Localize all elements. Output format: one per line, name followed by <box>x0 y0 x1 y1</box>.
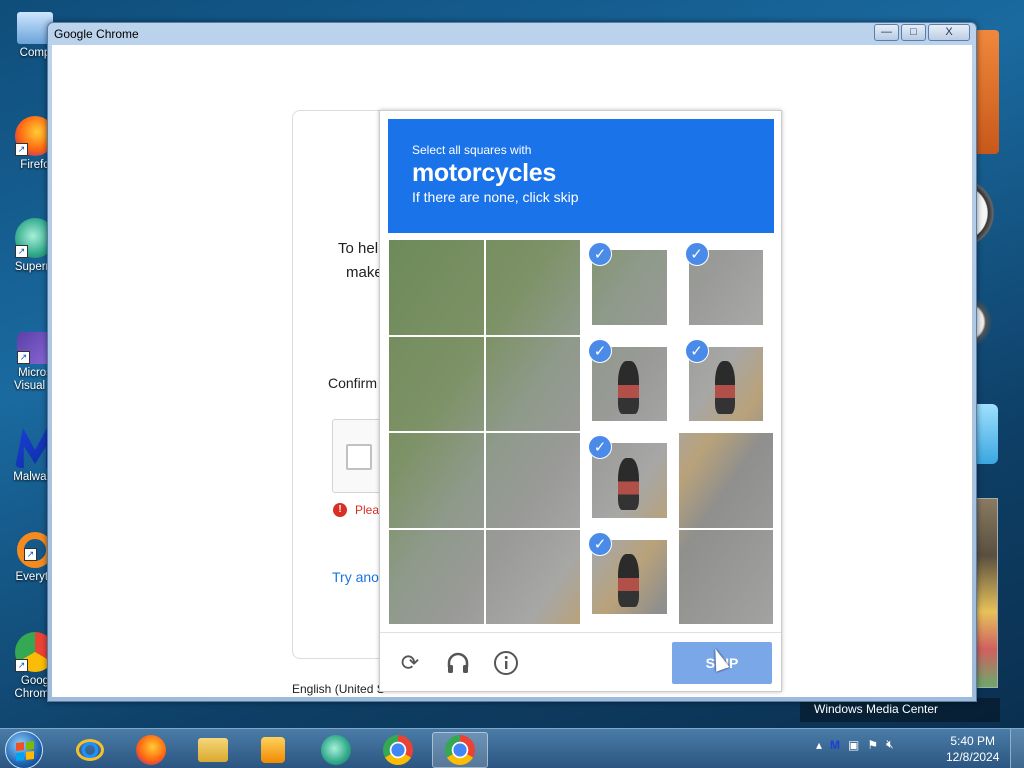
confirm-label: Confirm <box>328 375 378 391</box>
captcha-tile[interactable] <box>388 335 485 432</box>
captcha-tile[interactable]: ✓ <box>677 335 774 432</box>
taskbar-chrome[interactable] <box>370 732 426 768</box>
taskbar-file-explorer[interactable] <box>185 732 241 768</box>
captcha-tile[interactable] <box>677 528 774 625</box>
selected-check-icon: ✓ <box>684 338 709 363</box>
file-explorer-icon <box>198 738 228 762</box>
error-icon: ! <box>333 503 347 517</box>
volume-muted-icon[interactable]: 🔇︎ <box>886 737 894 752</box>
show-desktop-button[interactable] <box>1010 729 1024 768</box>
minimize-button[interactable]: — <box>874 24 899 41</box>
intro-line-2: make <box>346 264 383 281</box>
start-button[interactable] <box>5 731 43 768</box>
supermium-icon <box>321 735 351 765</box>
system-tray: ▴ M ▣ ⚑ 🔇︎ <box>816 737 894 752</box>
captcha-tile[interactable]: ✓ <box>677 239 774 336</box>
clock-time: 5:40 PM <box>950 734 996 748</box>
intro-line-1: To hel <box>338 240 379 257</box>
motorcycle-icon <box>714 361 736 414</box>
internet-explorer-icon <box>76 739 104 761</box>
captcha-target: motorcycles <box>412 159 556 187</box>
motorcycle-icon <box>618 457 639 511</box>
firefox-icon <box>136 735 166 765</box>
captcha-tile-image <box>389 433 484 528</box>
headphones-icon[interactable] <box>445 650 471 676</box>
maximize-button[interactable]: □ <box>901 24 926 41</box>
captcha-tile[interactable]: ✓ <box>581 239 678 336</box>
taskbar: ▴ M ▣ ⚑ 🔇︎ 5:40 PM 12/8/2024 <box>0 728 1024 768</box>
chrome-icon <box>445 735 475 765</box>
captcha-tile-image <box>389 529 484 624</box>
selected-check-icon: ✓ <box>588 242 612 266</box>
error-message: ! Pleas <box>333 503 385 517</box>
captcha-tile-image <box>678 433 773 528</box>
taskbar-chrome-active[interactable] <box>432 732 488 768</box>
action-center-flag-icon[interactable]: ⚑ <box>867 738 878 752</box>
show-hidden-icons-icon[interactable]: ▴ <box>816 738 822 752</box>
captcha-tile-image <box>485 240 580 335</box>
chrome-icon <box>383 735 413 765</box>
try-another-way-link[interactable]: Try anot <box>332 569 383 585</box>
captcha-instruction: Select all squares with <box>412 143 532 157</box>
selected-check-icon: ✓ <box>684 242 709 266</box>
captcha-tile[interactable] <box>388 239 485 336</box>
captcha-tile-image <box>485 336 580 431</box>
language-selector[interactable]: English (United S <box>292 682 385 696</box>
captcha-tile[interactable] <box>388 528 485 625</box>
clock-date: 12/8/2024 <box>946 750 1000 764</box>
taskbar-internet-explorer[interactable] <box>62 732 118 768</box>
close-button[interactable]: X <box>928 24 970 41</box>
media-center-label: Windows Media Center <box>814 702 939 716</box>
captcha-grid: ✓ ✓ ✓ ✓ ✓ ✓ <box>388 239 774 625</box>
motorcycle-icon <box>618 554 639 607</box>
media-player-icon <box>261 737 285 763</box>
captcha-tile[interactable] <box>677 432 774 529</box>
selected-check-icon: ✓ <box>588 435 612 459</box>
malwarebytes-tray-icon[interactable]: M <box>830 738 840 752</box>
reload-icon[interactable]: ⟳ <box>397 650 423 676</box>
info-icon[interactable] <box>493 650 519 676</box>
network-icon[interactable]: ▣ <box>848 738 859 752</box>
captcha-tile-image <box>389 336 484 431</box>
captcha-tile[interactable] <box>484 335 581 432</box>
taskbar-firefox[interactable] <box>123 732 179 768</box>
taskbar-supermium[interactable] <box>308 732 364 768</box>
captcha-tile-image <box>389 240 484 335</box>
calendar-gadget <box>975 30 999 154</box>
captcha-tile[interactable]: ✓ <box>581 528 678 625</box>
selected-check-icon: ✓ <box>588 338 612 363</box>
captcha-challenge: Select all squares with motorcycles If t… <box>379 110 782 692</box>
captcha-tile[interactable] <box>484 239 581 336</box>
captcha-tile-image <box>485 433 580 528</box>
motorcycle-icon <box>618 361 639 414</box>
captcha-tile[interactable] <box>484 432 581 529</box>
selected-check-icon: ✓ <box>588 531 612 556</box>
captcha-tile-image <box>678 529 773 624</box>
captcha-tile[interactable]: ✓ <box>581 432 678 529</box>
captcha-header: Select all squares with motorcycles If t… <box>388 119 774 233</box>
captcha-tile[interactable] <box>388 432 485 529</box>
captcha-subtext: If there are none, click skip <box>412 189 579 205</box>
recaptcha-checkbox[interactable] <box>346 444 372 470</box>
taskbar-media-player[interactable] <box>245 732 301 768</box>
window-title: Google Chrome <box>54 27 139 41</box>
captcha-tile[interactable] <box>484 528 581 625</box>
captcha-tile-image <box>485 529 580 624</box>
clock[interactable]: 5:40 PM 12/8/2024 <box>946 733 999 765</box>
windows-logo-icon <box>16 741 34 761</box>
captcha-tile[interactable]: ✓ <box>581 335 678 432</box>
